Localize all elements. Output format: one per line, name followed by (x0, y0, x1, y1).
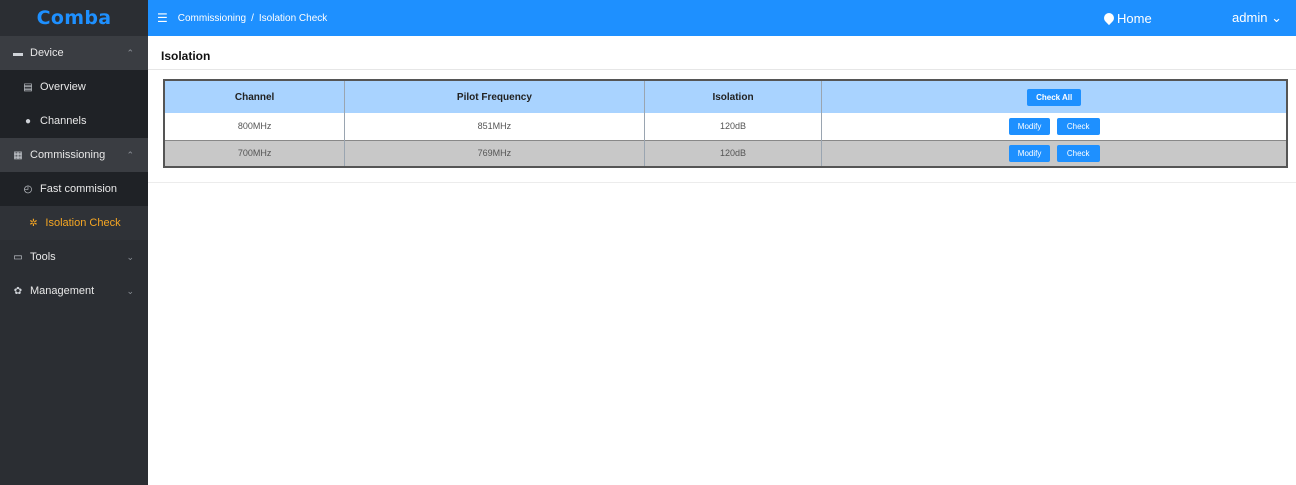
divider (148, 182, 1296, 183)
table-row: 800MHz 851MHz 120dB Modify Check (164, 113, 1288, 140)
wrench-icon: ✲ (29, 217, 38, 229)
menu-toggle-icon[interactable]: ☰ (157, 11, 168, 25)
sidebar-item-fast-commision[interactable]: ◴ Fast commision (0, 172, 148, 206)
monitor-icon: ▬ (13, 47, 23, 59)
sidebar-item-management[interactable]: ✿ Management ⌄ (0, 274, 148, 308)
breadcrumb-item[interactable]: Commissioning (178, 13, 246, 24)
topbar: ☰ Commissioning / Isolation Check Home adm… (148, 0, 1296, 36)
breadcrumb: Commissioning / Isolation Check (178, 13, 328, 24)
tools-icon: ▭ (13, 251, 23, 263)
logo[interactable]: Comba (0, 0, 148, 36)
chevron-down-icon: ⌄ (126, 285, 134, 296)
chevron-up-icon: ⌃ (126, 47, 134, 58)
sidebar-item-label: Tools (30, 251, 56, 263)
sidebar-item-channels[interactable]: ● Channels (0, 104, 148, 138)
gauge-icon: ◴ (23, 183, 33, 195)
sidebar-item-label: Fast commision (40, 183, 118, 195)
breadcrumb-separator: / (251, 12, 254, 24)
cell-isolation: 120dB (644, 140, 823, 167)
check-all-button[interactable]: Check All (1027, 88, 1082, 106)
chevron-down-icon: ⌄ (126, 251, 134, 262)
list-icon: ▤ (23, 81, 33, 93)
sidebar-item-tools[interactable]: ▭ Tools ⌄ (0, 240, 148, 274)
sidebar: Comba ▬ Device ⌃ ▤ Overview ● Channels ▦… (0, 0, 148, 485)
caret-down-icon: ⌄ (1271, 10, 1282, 25)
cell-pilot-frequency: 851MHz (344, 113, 645, 140)
table-header-row: Channel Pilot Frequency Isolation Check … (164, 80, 1288, 113)
breadcrumb-item: Isolation Check (258, 12, 328, 24)
sidebar-item-label: Channels (40, 115, 87, 127)
isolation-table: Channel Pilot Frequency Isolation Check … (163, 79, 1288, 168)
sidebar-item-overview[interactable]: ▤ Overview (0, 70, 148, 104)
table-row: 700MHz 769MHz 120dB Modify Check (164, 140, 1288, 167)
grid-icon: ▦ (13, 149, 23, 161)
cell-actions: Modify Check (821, 140, 1288, 167)
chevron-up-icon: ⌃ (126, 149, 134, 160)
sidebar-item-device[interactable]: ▬ Device ⌃ (0, 36, 148, 70)
column-header-channel: Channel (164, 80, 346, 113)
modify-button[interactable]: Modify (1008, 144, 1051, 162)
column-header-isolation: Isolation (644, 80, 823, 113)
gear-icon: ✿ (13, 285, 23, 297)
user-menu[interactable]: admin ⌄ (1232, 10, 1282, 26)
dot-icon: ● (24, 115, 32, 127)
user-label: admin (1232, 10, 1268, 25)
home-link[interactable]: Home (1101, 10, 1152, 26)
column-header-actions: Check All (821, 80, 1288, 113)
cell-channel: 700MHz (164, 140, 346, 167)
logo-text: Comba (36, 7, 112, 29)
sidebar-item-label: Overview (40, 81, 86, 93)
sidebar-item-isolation-check[interactable]: ✲ Isolation Check (0, 206, 148, 240)
main-content: Isolation Channel Pilot Frequency Isolat… (148, 36, 1296, 485)
check-button[interactable]: Check (1056, 144, 1100, 162)
section-title: Isolation (148, 42, 1296, 70)
cell-pilot-frequency: 769MHz (344, 140, 645, 167)
home-label: Home (1117, 10, 1152, 26)
sidebar-item-label: Management (30, 285, 95, 297)
modify-button[interactable]: Modify (1008, 117, 1051, 135)
check-button[interactable]: Check (1056, 117, 1100, 135)
column-header-pilot-frequency: Pilot Frequency (344, 80, 645, 113)
sidebar-item-label: Commissioning (30, 149, 106, 161)
sidebar-item-commissioning[interactable]: ▦ Commissioning ⌃ (0, 138, 148, 172)
cell-isolation: 120dB (644, 113, 823, 140)
cell-actions: Modify Check (821, 113, 1288, 140)
cell-channel: 800MHz (164, 113, 346, 140)
sidebar-item-label: Isolation Check (45, 217, 121, 229)
location-pin-icon (1101, 10, 1117, 26)
sidebar-item-label: Device (30, 47, 64, 59)
